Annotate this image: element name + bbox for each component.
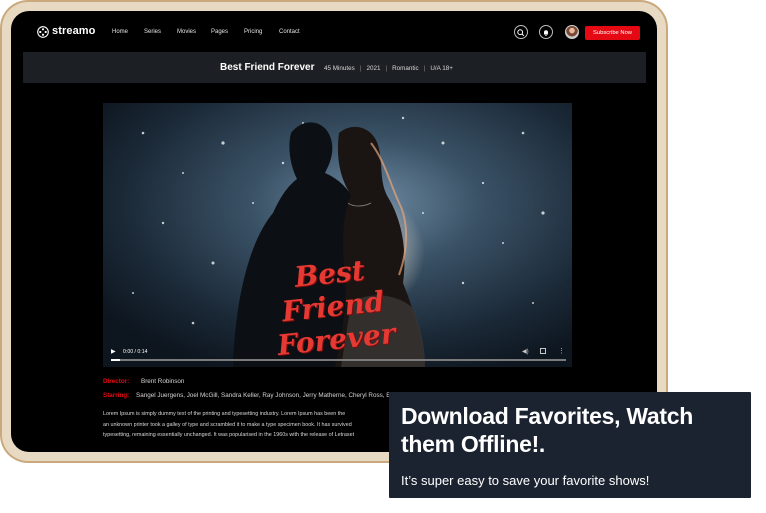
description-line: Lorem Ipsum is simply dummy text of the …	[103, 411, 346, 417]
search-icon	[517, 29, 525, 37]
nav-movies[interactable]: Movies	[177, 29, 196, 35]
avatar[interactable]	[565, 25, 579, 39]
movie-genre: Romantic	[392, 65, 419, 72]
subscribe-button[interactable]: Subscribe Now	[585, 26, 640, 40]
more-icon[interactable]: ⋮	[558, 347, 565, 355]
movie-year: 2021	[366, 65, 381, 72]
movie-info-bar: Best Friend Forever 45 Minutes | 2021 | …	[23, 52, 646, 83]
feature-callout: Download Favorites, Watch them Offline!.…	[389, 392, 751, 498]
search-button[interactable]	[514, 25, 528, 39]
description-line: an unknown printer took a galley of type…	[103, 421, 352, 428]
callout-heading: Download Favorites, Watch them Offline!.	[401, 403, 693, 457]
video-time: 0:00 / 0:14	[123, 349, 148, 355]
director-name: Brent Robinson	[141, 378, 185, 385]
movie-title: Best Friend Forever	[220, 62, 315, 73]
meta-separator: |	[423, 65, 426, 72]
video-controls: ▶ 0:00 / 0:14 ◀) ⋮	[103, 339, 572, 367]
description-line: typesetting, remaining essentially uncha…	[103, 432, 355, 438]
nav-home[interactable]: Home	[112, 29, 128, 35]
video-player[interactable]: Best Friend Forever ▶ 0:00 / 0:14 ◀) ⋮	[103, 103, 572, 367]
volume-icon[interactable]: ◀)	[522, 348, 529, 355]
notification-icon	[544, 30, 548, 37]
meta-separator: |	[385, 65, 388, 72]
nav-contact[interactable]: Contact	[279, 29, 300, 35]
nav-pricing[interactable]: Pricing	[244, 29, 262, 35]
callout-subtext: It’s super easy to save your favorite sh…	[401, 473, 650, 488]
movie-duration: 45 Minutes	[324, 65, 355, 72]
progress-fill	[111, 359, 121, 361]
starring-row: Starring: Sangel Juergens, Joel McGill, …	[103, 392, 422, 399]
director-row: Director: Brent Robinson	[103, 378, 184, 385]
notification-button[interactable]	[539, 25, 553, 39]
film-reel-icon	[37, 25, 49, 38]
fullscreen-icon[interactable]	[540, 348, 546, 354]
app-screen: streamo Home Series Movies Pages Pricing…	[11, 11, 657, 452]
play-icon[interactable]: ▶	[111, 348, 116, 355]
nav-pages[interactable]: Pages	[211, 29, 228, 35]
starring-names: Sangel Juergens, Joel McGill, Sandra Kel…	[136, 392, 423, 399]
logo-text: streamo	[52, 25, 96, 37]
progress-bar[interactable]	[111, 359, 566, 361]
movie-description: Lorem Ipsum is simply dummy text of the …	[103, 409, 403, 441]
logo[interactable]: streamo	[37, 25, 96, 38]
starring-label: Starring:	[103, 392, 130, 399]
nav-series[interactable]: Series	[144, 29, 161, 35]
top-navigation: streamo Home Series Movies Pages Pricing…	[11, 11, 657, 55]
movie-meta: 45 Minutes | 2021 | Romantic | U/A 18+	[324, 65, 453, 72]
movie-rating: U/A 18+	[430, 65, 453, 72]
meta-separator: |	[359, 65, 362, 72]
director-label: Director:	[103, 378, 130, 385]
